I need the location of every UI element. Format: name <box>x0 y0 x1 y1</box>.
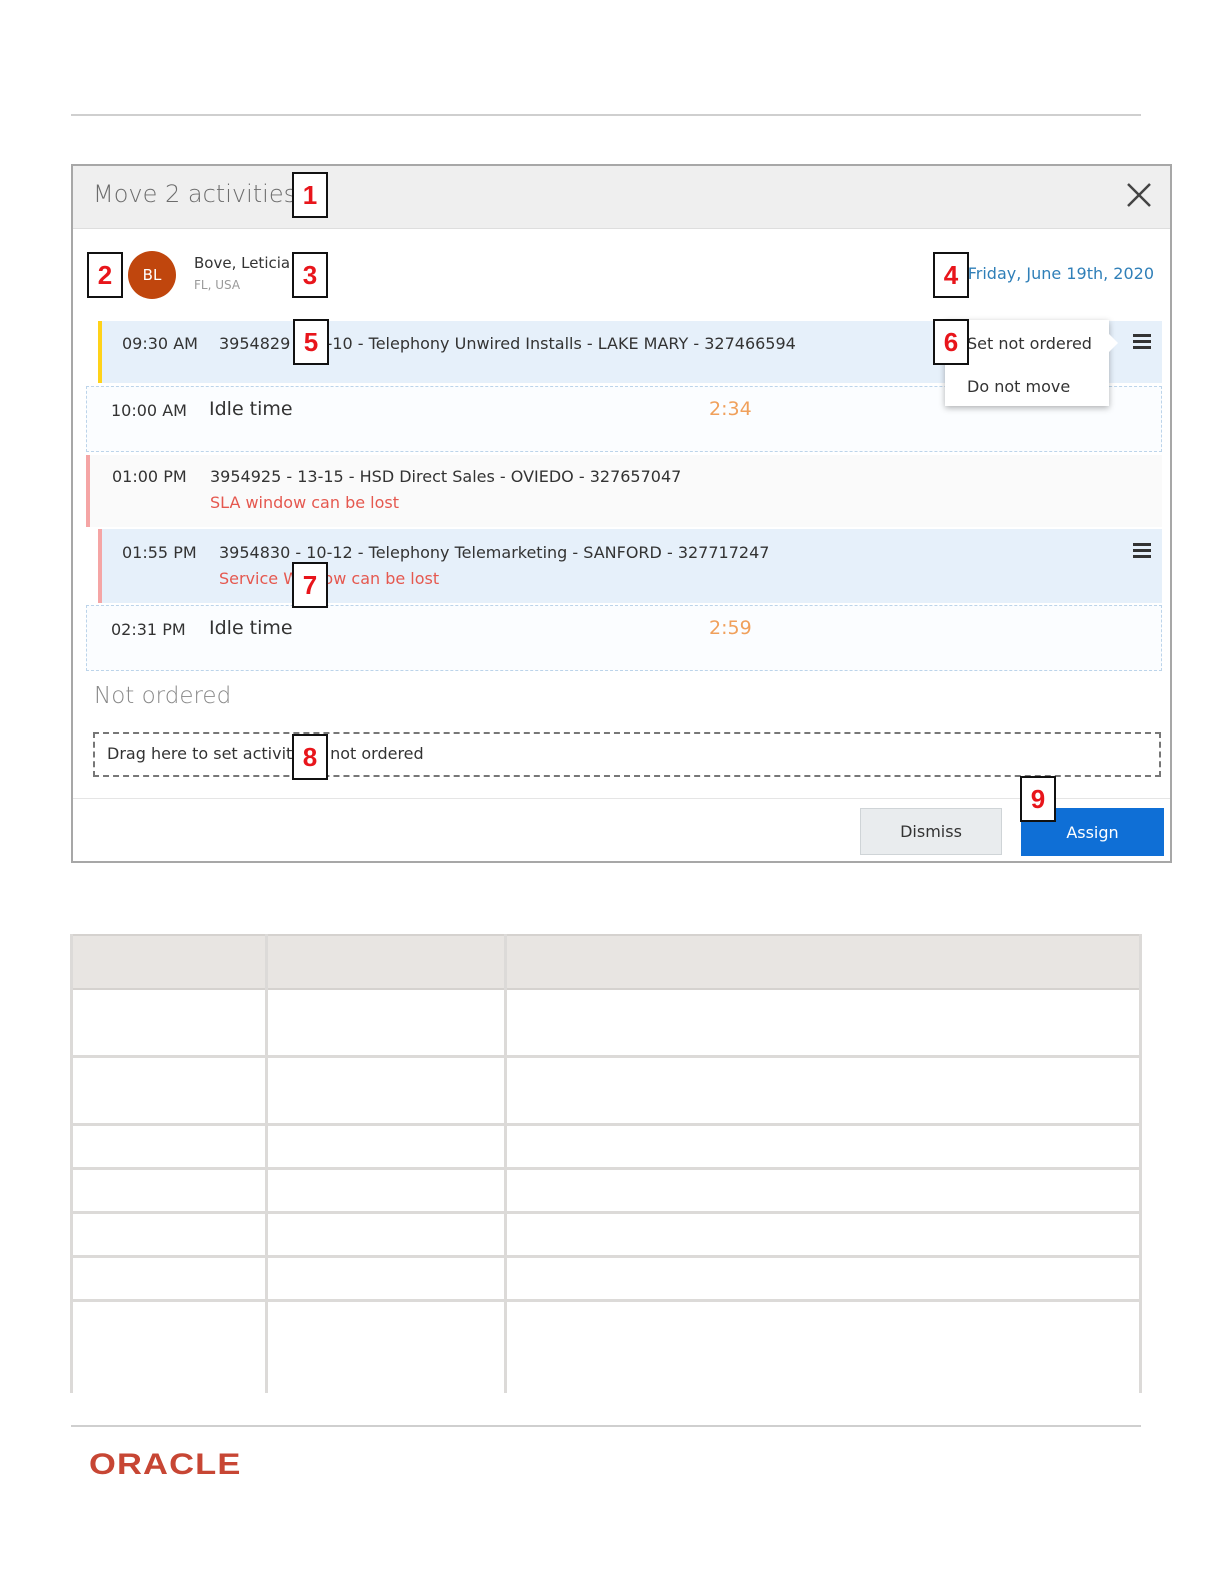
table-header <box>70 934 1142 990</box>
dialog-title: Move 2 activities <box>93 180 297 208</box>
resource-name: Bove, Leticia <box>194 254 291 272</box>
table-column-divider <box>70 934 73 1393</box>
activity-title: 3954925 - 13-15 - HSD Direct Sales - OVI… <box>210 467 682 486</box>
table-row <box>70 1058 1142 1126</box>
activity-time: 01:00 PM <box>112 467 187 486</box>
footer-divider <box>73 798 1170 799</box>
oracle-logo: ORACLE <box>89 1448 242 1481</box>
table-row <box>70 990 1142 1058</box>
resource-row: BL Bove, Leticia FL, USA Friday, June 19… <box>73 229 1170 319</box>
idle-duration: 2:34 <box>709 398 752 420</box>
callout-6: 6 <box>933 319 969 365</box>
table-row <box>70 1258 1142 1302</box>
avatar: BL <box>128 251 176 299</box>
sla-warning: SLA window can be lost <box>210 493 400 512</box>
menu-pointer <box>1109 334 1118 352</box>
menu-item-set-not-ordered[interactable]: Set not ordered <box>967 334 1092 353</box>
resource-location: FL, USA <box>194 278 241 292</box>
activity-row[interactable]: 01:55 PM 3954830 - 10-12 - Telephony Tel… <box>98 529 1162 603</box>
reference-table <box>70 934 1142 1393</box>
activity-context-menu: Set not ordered Do not move <box>945 320 1118 406</box>
table-row <box>70 1214 1142 1258</box>
callout-3: 3 <box>292 252 328 298</box>
callout-5: 5 <box>293 319 329 365</box>
idle-label: Idle time <box>209 398 293 420</box>
table-column-divider <box>504 934 507 1393</box>
callout-2: 2 <box>87 252 123 298</box>
idle-start-time: 02:31 PM <box>111 620 186 639</box>
service-window-warning: Service Window can be lost <box>219 569 440 588</box>
callout-4: 4 <box>933 252 969 298</box>
idle-duration: 2:59 <box>709 617 752 639</box>
table-row <box>70 1170 1142 1214</box>
callout-7: 7 <box>292 562 328 608</box>
activity-title: 3954830 - 10-12 - Telephony Telemarketin… <box>219 543 770 562</box>
close-icon[interactable] <box>1124 180 1154 210</box>
dialog-header: Move 2 activities <box>73 166 1170 229</box>
activity-row[interactable]: 01:00 PM 3954925 - 13-15 - HSD Direct Sa… <box>86 455 1162 527</box>
menu-item-do-not-move[interactable]: Do not move <box>967 377 1070 396</box>
activity-time: 01:55 PM <box>122 543 197 562</box>
hamburger-menu-icon[interactable] <box>1133 334 1151 350</box>
callout-8: 8 <box>292 734 328 780</box>
idle-label: Idle time <box>209 617 293 639</box>
callout-1: 1 <box>292 172 328 218</box>
bottom-divider <box>71 1425 1141 1427</box>
not-ordered-heading: Not ordered <box>94 683 232 709</box>
table-column-divider <box>1139 934 1142 1393</box>
not-ordered-drop-zone[interactable]: Drag here to set activity as not ordered <box>93 732 1161 777</box>
route-date[interactable]: Friday, June 19th, 2020 <box>968 264 1154 283</box>
activity-time: 09:30 AM <box>122 334 198 353</box>
move-activities-dialog: Move 2 activities BL Bove, Leticia FL, U… <box>71 164 1172 863</box>
table-column-divider <box>265 934 268 1393</box>
callout-9: 9 <box>1020 776 1056 822</box>
idle-start-time: 10:00 AM <box>111 401 187 420</box>
dismiss-button[interactable]: Dismiss <box>860 808 1002 855</box>
top-divider <box>71 114 1141 116</box>
table-row <box>70 1126 1142 1170</box>
hamburger-menu-icon[interactable] <box>1133 543 1151 559</box>
drop-zone-text: Drag here to set activity as not ordered <box>107 744 424 763</box>
idle-time-row: 02:31 PM Idle time 2:59 <box>86 605 1162 671</box>
